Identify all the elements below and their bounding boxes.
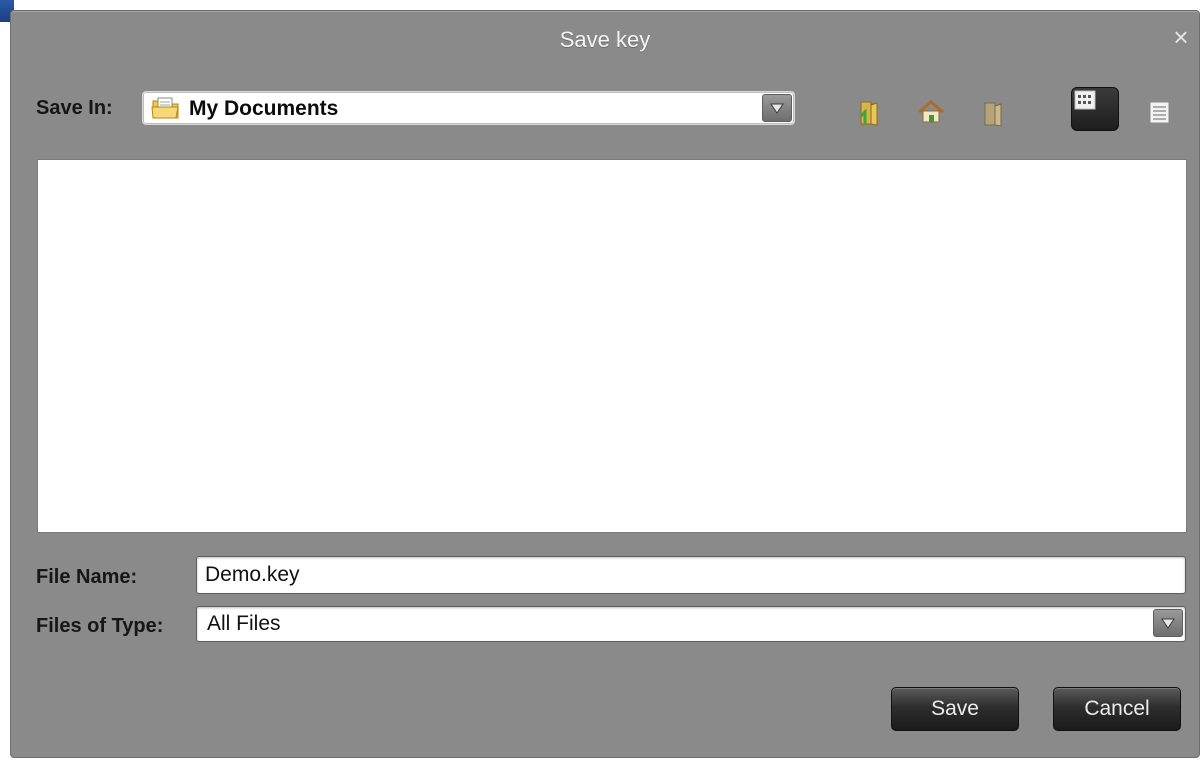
home-button[interactable] [906, 93, 954, 135]
save-in-combo[interactable]: My Documents [142, 91, 795, 125]
title-bar[interactable]: Save key × [11, 11, 1199, 67]
file-name-input[interactable] [205, 561, 1165, 589]
chevron-down-icon[interactable] [1153, 609, 1183, 637]
folder-documents-icon [151, 96, 181, 120]
save-key-dialog: Save key × Save In: My Documents File Na… [10, 10, 1200, 758]
up-folder-button[interactable] [843, 93, 891, 135]
close-icon[interactable]: × [1169, 24, 1193, 50]
file-type-select[interactable]: All Files [196, 606, 1186, 642]
dialog-title: Save key [559, 27, 651, 52]
chevron-down-icon[interactable] [762, 94, 792, 122]
file-name-field[interactable] [196, 556, 1186, 594]
file-type-label: Files of Type: [36, 615, 164, 637]
details-view-button[interactable] [1135, 93, 1183, 135]
new-folder-button[interactable] [967, 93, 1015, 135]
save-in-label: Save In: [36, 97, 113, 119]
cancel-button[interactable]: Cancel [1053, 687, 1181, 731]
file-name-label: File Name: [36, 566, 138, 588]
save-button[interactable]: Save [891, 687, 1019, 731]
file-list-pane[interactable] [37, 159, 1187, 533]
save-in-value: My Documents [189, 97, 339, 120]
file-type-value: All Files [207, 612, 281, 635]
list-view-button[interactable] [1071, 87, 1119, 131]
